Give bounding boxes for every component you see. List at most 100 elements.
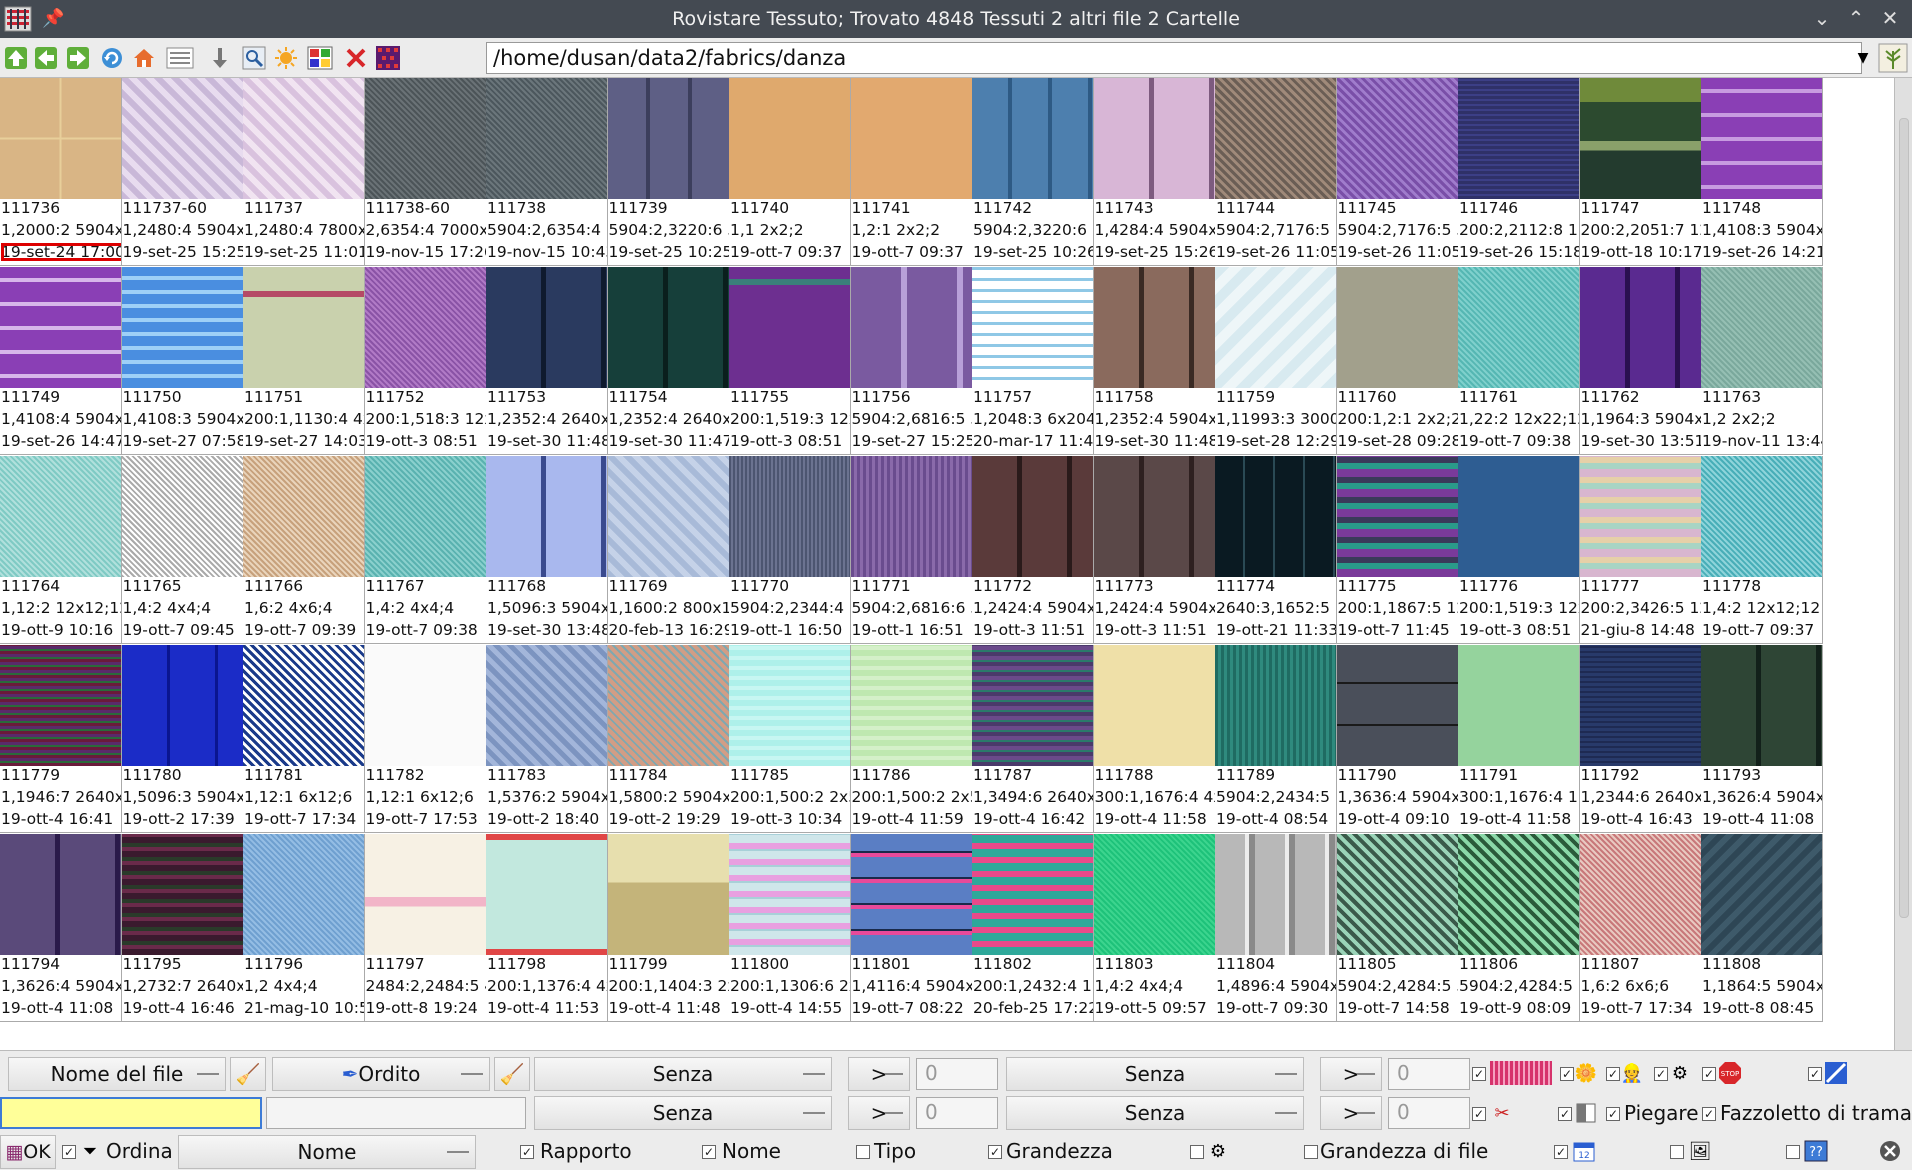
fabric-thumbnail[interactable] — [1336, 267, 1458, 388]
sun-icon[interactable] — [272, 44, 300, 72]
sort-select[interactable]: Nome — [178, 1135, 476, 1169]
vertical-scrollbar[interactable] — [1894, 78, 1912, 1050]
fabric-thumbnail[interactable] — [1701, 834, 1822, 955]
criteria-select-1[interactable]: Senza — [534, 1057, 832, 1091]
fabric-item[interactable]: 111738-60 2,6354:4 7000x6 19-nov-15 17:26 — [364, 78, 487, 266]
fabric-item[interactable]: 111747 200:2,2051:7 12x2 19-ott-18 10:17 — [1579, 78, 1702, 266]
fabric-item[interactable]: 111749 1,4108:4 5904x4 19-set-26 14:47 — [0, 267, 122, 455]
fabric-thumbnail[interactable] — [972, 267, 1093, 388]
fabric-thumbnail[interactable] — [364, 456, 486, 577]
fabric-item[interactable]: 111806 5904:2,4284:5 5 19-ott-9 08:09 — [1458, 834, 1580, 1022]
forward-icon[interactable] — [64, 44, 92, 72]
fabric-thumbnail[interactable] — [0, 834, 121, 955]
fabric-thumbnail[interactable] — [1215, 645, 1336, 766]
close-circle-icon[interactable] — [1878, 1139, 1902, 1163]
home-icon[interactable] — [130, 44, 158, 72]
fabric-item[interactable]: 111796 1,2 4x4;4 21-mag-10 10:50 — [243, 834, 365, 1022]
fabric-thumbnail[interactable] — [0, 78, 121, 199]
fabric-item[interactable]: 111764 1,12:2 12x12;12 19-ott-9 10:16 — [0, 456, 122, 644]
fabric-item[interactable]: 111801 1,4116:4 5904x41 19-ott-7 08:22 — [850, 834, 973, 1022]
fabric-item[interactable]: 111766 1,6:2 4x6;4 19-ott-7 09:39 — [243, 456, 365, 644]
fabric-thumbnail[interactable] — [729, 834, 850, 955]
fabric-thumbnail[interactable] — [1093, 834, 1215, 955]
fabric-thumbnail[interactable] — [1093, 456, 1215, 577]
fabric-item[interactable]: 111774 2640:3,1652:5 12 19-ott-21 11:33 — [1215, 456, 1337, 644]
fabric-item[interactable]: 111795 1,2732:7 2640x27 19-ott-4 16:46 — [121, 834, 244, 1022]
fabric-item[interactable]: 111800 200:1,1306:6 2x13 19-ott-4 14:55 — [729, 834, 851, 1022]
fabric-item[interactable]: 111741 1,2:1 2x2;2 19-ott-7 09:37 — [850, 78, 973, 266]
fabric-thumbnail[interactable] — [364, 78, 486, 199]
go-up-icon[interactable] — [2, 44, 30, 72]
fabric-thumbnail[interactable] — [1093, 267, 1215, 388]
fabric-thumbnail[interactable] — [121, 456, 243, 577]
scissors-checkbox[interactable]: ✓ — [1472, 1107, 1486, 1121]
fabric-thumbnail[interactable] — [1579, 456, 1701, 577]
fabric-thumbnail[interactable] — [1579, 78, 1701, 199]
fabric-item[interactable]: 111765 1,4:2 4x4;4 19-ott-7 09:45 — [121, 456, 244, 644]
fabric-item[interactable]: 111752 200:1,518:3 12x51 19-ott-3 08:51 — [364, 267, 487, 455]
fabric-thumbnail[interactable] — [850, 78, 972, 199]
fabric-item[interactable]: 111787 1,3494:6 2640x3 19-ott-4 16:42 — [972, 645, 1094, 833]
filesize-checkbox[interactable] — [1304, 1145, 1318, 1159]
fabric-item[interactable]: 111804 1,4896:4 5904x4 19-ott-7 09:30 — [1215, 834, 1337, 1022]
fabric-thumbnail[interactable] — [850, 267, 972, 388]
scrollbar-thumb[interactable] — [1899, 118, 1909, 918]
fabric-thumbnail[interactable] — [1336, 834, 1458, 955]
fabric-thumbnail[interactable] — [972, 834, 1093, 955]
fabric-item[interactable]: 111771 5904:2,6816:6 5 19-ott-1 16:51 — [850, 456, 973, 644]
filename-input[interactable] — [0, 1097, 262, 1129]
fabric-thumbnail[interactable] — [1215, 456, 1336, 577]
fabric-item[interactable]: 111753 1,2352:4 2640x2 19-set-30 11:48 — [486, 267, 608, 455]
fabric-thumbnail[interactable] — [1458, 456, 1579, 577]
fabric-item[interactable]: 111805 5904:2,4284:5 5 19-ott-7 14:58 — [1336, 834, 1459, 1022]
fabric-item[interactable]: 111763 1,2 2x2;2 19-nov-11 13:44 — [1701, 267, 1823, 455]
fabric-thumbnail[interactable] — [729, 78, 850, 199]
fabric-thumbnail[interactable] — [486, 267, 607, 388]
fabric-item[interactable]: 111788 300:1,1676:4 4x16 19-ott-4 11:58 — [1093, 645, 1216, 833]
operator-select-1[interactable]: > — [848, 1057, 910, 1091]
weave-checkbox[interactable]: ✓ — [1702, 1107, 1716, 1121]
fabric-thumbnail[interactable] — [243, 267, 364, 388]
gear-checkbox[interactable] — [1190, 1145, 1204, 1159]
fabric-thumbnail[interactable] — [850, 645, 972, 766]
fabric-thumbnail[interactable] — [972, 645, 1093, 766]
fabric-thumbnail[interactable] — [1336, 78, 1458, 199]
fabric-item[interactable]: 111789 5904:2,2434:5 5 19-ott-4 08:54 — [1215, 645, 1337, 833]
fabric-thumbnail[interactable] — [243, 456, 364, 577]
operator-select-3[interactable]: > — [848, 1096, 910, 1130]
brush-icon[interactable]: 🧹 — [230, 1057, 266, 1091]
help-icon[interactable]: ?? — [1804, 1139, 1828, 1163]
name-checkbox[interactable]: ✓ — [702, 1145, 716, 1159]
fabric-item[interactable]: 111737-60 1,2480:4 5904x2 19-set-25 15:25 — [121, 78, 244, 266]
flower-checkbox[interactable]: ✓ — [1560, 1067, 1574, 1081]
fabric-item[interactable]: 111773 1,2424:4 5904x2 19-ott-3 11:51 — [1093, 456, 1216, 644]
fabric-item[interactable]: 111745 5904:2,7176:5 59 19-set-26 11:05 — [1336, 78, 1459, 266]
fabric-thumbnail[interactable] — [364, 267, 486, 388]
criteria-select-3[interactable]: Senza — [534, 1096, 832, 1130]
person-checkbox[interactable]: ✓ — [1606, 1067, 1620, 1081]
ok-button[interactable]: ▦ OK — [0, 1135, 56, 1169]
delete-icon[interactable] — [342, 44, 370, 72]
fabric-item[interactable]: 111784 1,5800:2 5904x5 19-ott-2 19:29 — [607, 645, 730, 833]
fabric-thumbnail[interactable] — [243, 834, 364, 955]
fabric-item[interactable]: 111780 1,5096:3 5904x5 19-ott-2 17:39 — [121, 645, 244, 833]
fabric-thumbnail[interactable] — [1579, 834, 1701, 955]
fabric-thumbnail[interactable] — [0, 456, 121, 577]
fabric-thumbnail[interactable] — [121, 267, 243, 388]
fabric-item[interactable]: 111761 1,22:2 12x22;12 19-ott-7 09:38 — [1458, 267, 1580, 455]
fabric-thumbnail[interactable] — [1093, 645, 1215, 766]
close-icon[interactable]: ✕ — [1876, 6, 1904, 30]
fabric-item[interactable]: 111791 300:1,1676:4 12x1 19-ott-4 11:58 — [1458, 645, 1580, 833]
fabric-item[interactable]: 111775 200:1,1867:5 12x1 19-ott-7 11:45 — [1336, 456, 1459, 644]
fabric-thumbnail[interactable] — [1701, 78, 1822, 199]
fabric-thumbnail[interactable] — [243, 78, 364, 199]
back-icon[interactable] — [32, 44, 60, 72]
fabric-item[interactable]: 111778 1,4:2 12x12;12 19-ott-7 09:37 — [1701, 456, 1823, 644]
fabric-thumbnail[interactable] — [1701, 456, 1822, 577]
fabric-item[interactable]: 111770 5904:2,2344:4 5 19-ott-1 16:50 — [729, 456, 851, 644]
fabric-thumbnail[interactable] — [121, 645, 243, 766]
fabric-thumbnail[interactable] — [729, 456, 850, 577]
fabric-thumbnail[interactable] — [1701, 267, 1822, 388]
fabric-thumbnail[interactable] — [1458, 78, 1579, 199]
fabric-item[interactable]: 111808 1,1864:5 5904x18 19-ott-8 08:45 — [1701, 834, 1823, 1022]
